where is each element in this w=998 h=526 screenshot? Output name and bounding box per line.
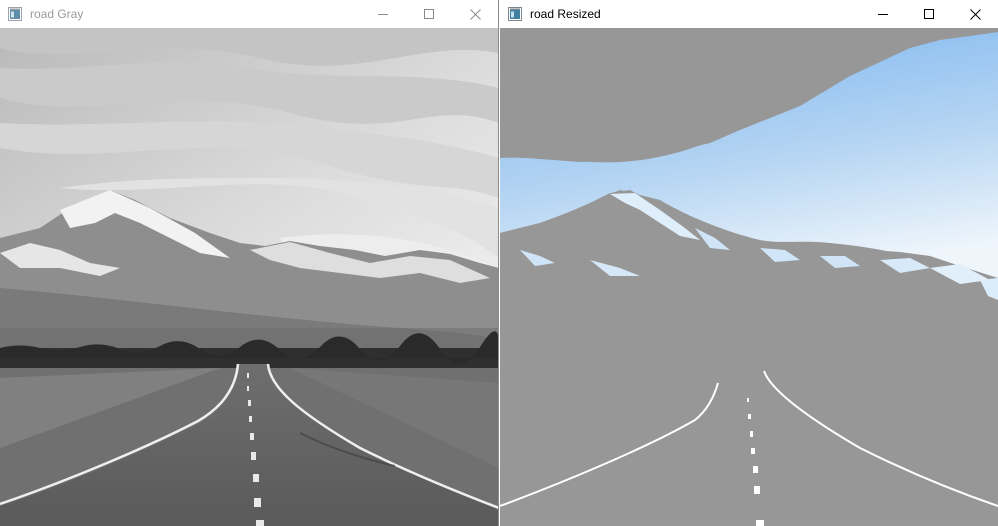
road-resized-window: road Resized [500,0,998,526]
minimize-icon [878,14,888,15]
maximize-button[interactable] [906,0,952,28]
maximize-icon [424,9,434,19]
close-icon [469,8,481,20]
maximize-icon [924,9,934,19]
title-bar[interactable]: road Resized [500,0,998,28]
close-icon [969,8,981,20]
opencv-window-icon [508,7,522,21]
resized-road-image [500,28,998,526]
grayscale-road-image [0,28,498,526]
close-button[interactable] [452,0,498,28]
image-canvas [0,28,498,526]
maximize-button[interactable] [406,0,452,28]
minimize-icon [378,14,388,15]
window-title: road Resized [530,7,601,21]
window-title: road Gray [30,7,84,21]
minimize-button[interactable] [360,0,406,28]
title-bar[interactable]: road Gray [0,0,498,28]
close-button[interactable] [952,0,998,28]
opencv-window-icon [8,7,22,21]
image-canvas [500,28,998,526]
road-gray-window: road Gray [0,0,499,526]
minimize-button[interactable] [860,0,906,28]
